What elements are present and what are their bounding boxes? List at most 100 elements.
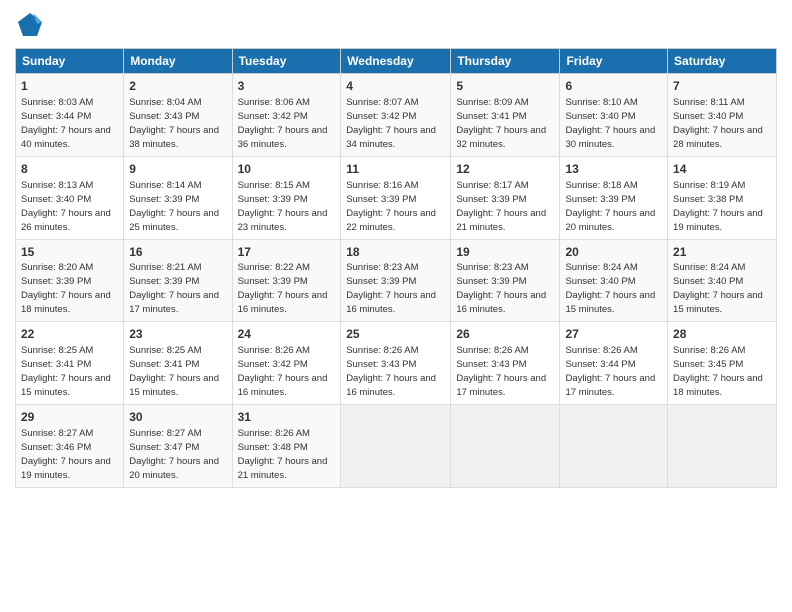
day-cell: 8 Sunrise: 8:13 AMSunset: 3:40 PMDayligh…	[16, 156, 124, 239]
day-number: 28	[673, 326, 771, 343]
header-row: SundayMondayTuesdayWednesdayThursdayFrid…	[16, 49, 777, 74]
day-cell: 17 Sunrise: 8:22 AMSunset: 3:39 PMDaylig…	[232, 239, 341, 322]
day-info: Sunrise: 8:26 AMSunset: 3:48 PMDaylight:…	[238, 428, 328, 481]
day-cell	[560, 405, 668, 488]
day-cell: 2 Sunrise: 8:04 AMSunset: 3:43 PMDayligh…	[124, 74, 232, 157]
day-info: Sunrise: 8:25 AMSunset: 3:41 PMDaylight:…	[129, 345, 219, 398]
day-number: 14	[673, 161, 771, 178]
day-number: 6	[565, 78, 662, 95]
day-cell: 22 Sunrise: 8:25 AMSunset: 3:41 PMDaylig…	[16, 322, 124, 405]
day-info: Sunrise: 8:24 AMSunset: 3:40 PMDaylight:…	[673, 262, 763, 315]
day-info: Sunrise: 8:26 AMSunset: 3:43 PMDaylight:…	[346, 345, 436, 398]
day-cell: 7 Sunrise: 8:11 AMSunset: 3:40 PMDayligh…	[668, 74, 777, 157]
day-info: Sunrise: 8:04 AMSunset: 3:43 PMDaylight:…	[129, 97, 219, 150]
header-cell-monday: Monday	[124, 49, 232, 74]
day-info: Sunrise: 8:26 AMSunset: 3:44 PMDaylight:…	[565, 345, 655, 398]
day-number: 9	[129, 161, 226, 178]
day-cell: 9 Sunrise: 8:14 AMSunset: 3:39 PMDayligh…	[124, 156, 232, 239]
day-cell: 12 Sunrise: 8:17 AMSunset: 3:39 PMDaylig…	[451, 156, 560, 239]
day-cell	[668, 405, 777, 488]
day-number: 31	[238, 409, 336, 426]
day-number: 8	[21, 161, 118, 178]
day-cell: 4 Sunrise: 8:07 AMSunset: 3:42 PMDayligh…	[341, 74, 451, 157]
day-number: 20	[565, 244, 662, 261]
week-row-1: 1 Sunrise: 8:03 AMSunset: 3:44 PMDayligh…	[16, 74, 777, 157]
day-cell: 20 Sunrise: 8:24 AMSunset: 3:40 PMDaylig…	[560, 239, 668, 322]
day-cell: 15 Sunrise: 8:20 AMSunset: 3:39 PMDaylig…	[16, 239, 124, 322]
day-number: 13	[565, 161, 662, 178]
day-number: 5	[456, 78, 554, 95]
week-row-5: 29 Sunrise: 8:27 AMSunset: 3:46 PMDaylig…	[16, 405, 777, 488]
day-info: Sunrise: 8:16 AMSunset: 3:39 PMDaylight:…	[346, 180, 436, 233]
day-cell: 13 Sunrise: 8:18 AMSunset: 3:39 PMDaylig…	[560, 156, 668, 239]
header-cell-wednesday: Wednesday	[341, 49, 451, 74]
day-number: 11	[346, 161, 445, 178]
calendar-table: SundayMondayTuesdayWednesdayThursdayFrid…	[15, 48, 777, 488]
day-cell: 27 Sunrise: 8:26 AMSunset: 3:44 PMDaylig…	[560, 322, 668, 405]
day-cell: 26 Sunrise: 8:26 AMSunset: 3:43 PMDaylig…	[451, 322, 560, 405]
day-info: Sunrise: 8:21 AMSunset: 3:39 PMDaylight:…	[129, 262, 219, 315]
day-cell: 10 Sunrise: 8:15 AMSunset: 3:39 PMDaylig…	[232, 156, 341, 239]
day-number: 29	[21, 409, 118, 426]
day-cell: 6 Sunrise: 8:10 AMSunset: 3:40 PMDayligh…	[560, 74, 668, 157]
day-cell	[341, 405, 451, 488]
week-row-3: 15 Sunrise: 8:20 AMSunset: 3:39 PMDaylig…	[16, 239, 777, 322]
header-cell-thursday: Thursday	[451, 49, 560, 74]
header	[15, 10, 777, 40]
day-number: 22	[21, 326, 118, 343]
day-number: 1	[21, 78, 118, 95]
day-cell: 11 Sunrise: 8:16 AMSunset: 3:39 PMDaylig…	[341, 156, 451, 239]
page: SundayMondayTuesdayWednesdayThursdayFrid…	[0, 0, 792, 612]
day-cell: 30 Sunrise: 8:27 AMSunset: 3:47 PMDaylig…	[124, 405, 232, 488]
day-number: 10	[238, 161, 336, 178]
day-number: 12	[456, 161, 554, 178]
day-cell: 1 Sunrise: 8:03 AMSunset: 3:44 PMDayligh…	[16, 74, 124, 157]
day-info: Sunrise: 8:03 AMSunset: 3:44 PMDaylight:…	[21, 97, 111, 150]
day-number: 21	[673, 244, 771, 261]
day-cell: 25 Sunrise: 8:26 AMSunset: 3:43 PMDaylig…	[341, 322, 451, 405]
day-info: Sunrise: 8:25 AMSunset: 3:41 PMDaylight:…	[21, 345, 111, 398]
day-info: Sunrise: 8:09 AMSunset: 3:41 PMDaylight:…	[456, 97, 546, 150]
day-number: 25	[346, 326, 445, 343]
day-info: Sunrise: 8:11 AMSunset: 3:40 PMDaylight:…	[673, 97, 763, 150]
day-info: Sunrise: 8:13 AMSunset: 3:40 PMDaylight:…	[21, 180, 111, 233]
day-cell: 29 Sunrise: 8:27 AMSunset: 3:46 PMDaylig…	[16, 405, 124, 488]
day-number: 19	[456, 244, 554, 261]
day-number: 7	[673, 78, 771, 95]
header-cell-friday: Friday	[560, 49, 668, 74]
calendar-body: 1 Sunrise: 8:03 AMSunset: 3:44 PMDayligh…	[16, 74, 777, 488]
week-row-2: 8 Sunrise: 8:13 AMSunset: 3:40 PMDayligh…	[16, 156, 777, 239]
day-cell: 18 Sunrise: 8:23 AMSunset: 3:39 PMDaylig…	[341, 239, 451, 322]
day-info: Sunrise: 8:26 AMSunset: 3:43 PMDaylight:…	[456, 345, 546, 398]
day-cell: 31 Sunrise: 8:26 AMSunset: 3:48 PMDaylig…	[232, 405, 341, 488]
day-cell: 19 Sunrise: 8:23 AMSunset: 3:39 PMDaylig…	[451, 239, 560, 322]
day-info: Sunrise: 8:17 AMSunset: 3:39 PMDaylight:…	[456, 180, 546, 233]
day-cell: 14 Sunrise: 8:19 AMSunset: 3:38 PMDaylig…	[668, 156, 777, 239]
day-cell: 23 Sunrise: 8:25 AMSunset: 3:41 PMDaylig…	[124, 322, 232, 405]
day-info: Sunrise: 8:19 AMSunset: 3:38 PMDaylight:…	[673, 180, 763, 233]
day-cell: 5 Sunrise: 8:09 AMSunset: 3:41 PMDayligh…	[451, 74, 560, 157]
day-number: 2	[129, 78, 226, 95]
day-info: Sunrise: 8:20 AMSunset: 3:39 PMDaylight:…	[21, 262, 111, 315]
day-info: Sunrise: 8:23 AMSunset: 3:39 PMDaylight:…	[346, 262, 436, 315]
day-info: Sunrise: 8:26 AMSunset: 3:45 PMDaylight:…	[673, 345, 763, 398]
day-number: 17	[238, 244, 336, 261]
day-cell: 24 Sunrise: 8:26 AMSunset: 3:42 PMDaylig…	[232, 322, 341, 405]
day-number: 18	[346, 244, 445, 261]
logo	[15, 10, 49, 40]
day-number: 23	[129, 326, 226, 343]
calendar-header: SundayMondayTuesdayWednesdayThursdayFrid…	[16, 49, 777, 74]
day-cell: 28 Sunrise: 8:26 AMSunset: 3:45 PMDaylig…	[668, 322, 777, 405]
week-row-4: 22 Sunrise: 8:25 AMSunset: 3:41 PMDaylig…	[16, 322, 777, 405]
day-info: Sunrise: 8:14 AMSunset: 3:39 PMDaylight:…	[129, 180, 219, 233]
day-info: Sunrise: 8:10 AMSunset: 3:40 PMDaylight:…	[565, 97, 655, 150]
day-cell: 16 Sunrise: 8:21 AMSunset: 3:39 PMDaylig…	[124, 239, 232, 322]
logo-icon	[15, 10, 45, 40]
day-number: 15	[21, 244, 118, 261]
day-number: 26	[456, 326, 554, 343]
header-cell-sunday: Sunday	[16, 49, 124, 74]
day-info: Sunrise: 8:15 AMSunset: 3:39 PMDaylight:…	[238, 180, 328, 233]
day-info: Sunrise: 8:06 AMSunset: 3:42 PMDaylight:…	[238, 97, 328, 150]
header-cell-saturday: Saturday	[668, 49, 777, 74]
day-info: Sunrise: 8:27 AMSunset: 3:46 PMDaylight:…	[21, 428, 111, 481]
